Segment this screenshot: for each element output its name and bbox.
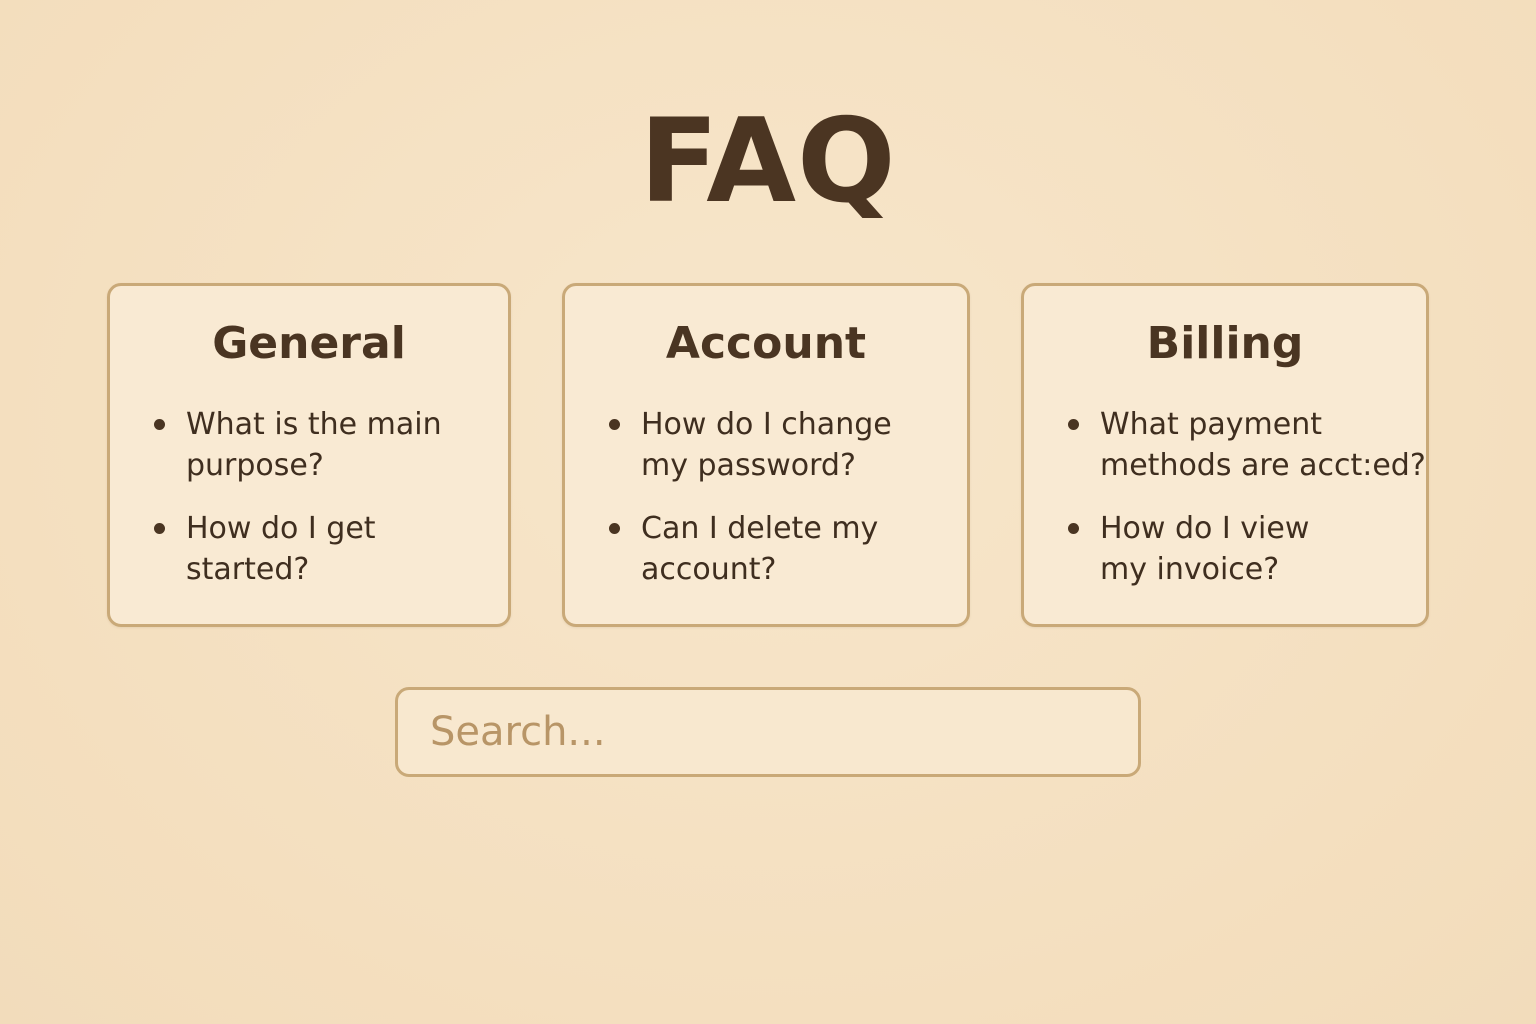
bullet-icon [154,419,165,430]
faq-question[interactable]: How do I view my invoice? [1024,508,1426,590]
question-line: Can I delete my [641,511,879,546]
question-line: account? [641,552,777,587]
faq-card-account: Account How do I change my password? Can… [562,283,970,627]
bullet-icon [1068,523,1079,534]
bullet-icon [609,523,620,534]
card-title-billing: Billing [1146,318,1304,369]
faq-list-billing: What payment methods are acct:ed? How do… [1024,404,1426,612]
bullet-icon [154,523,165,534]
page-title: FAQ [639,94,897,229]
question-line: How do I get [186,511,376,546]
faq-question[interactable]: How do I change my password? [565,404,967,486]
faq-question[interactable]: What is the main purpose? [110,404,508,486]
faq-card-billing: Billing What payment methods are acct:ed… [1021,283,1429,627]
question-line: How do I change [641,407,892,442]
question-line: my password? [641,448,856,483]
faq-question[interactable]: How do I get started? [110,508,508,590]
search-box [395,687,1141,777]
faq-question[interactable]: Can I delete my account? [565,508,967,590]
faq-card-general: General What is the main purpose? How do… [107,283,511,627]
question-line: How do I view [1100,511,1310,546]
faq-list-account: How do I change my password? Can I delet… [565,404,967,612]
bullet-icon [609,419,620,430]
question-line: started? [186,552,310,587]
faq-list-general: What is the main purpose? How do I get s… [110,404,508,612]
bullet-icon [1068,419,1079,430]
search-input[interactable] [398,690,1138,774]
card-title-account: Account [665,318,867,369]
question-line: What is the main [186,407,442,442]
question-line: my invoice? [1100,552,1280,587]
question-line: purpose? [186,448,324,483]
card-title-general: General [212,318,406,369]
question-line: methods are acct:ed? [1100,448,1426,483]
faq-question[interactable]: What payment methods are acct:ed? [1024,404,1426,486]
question-line: What payment [1100,407,1322,442]
